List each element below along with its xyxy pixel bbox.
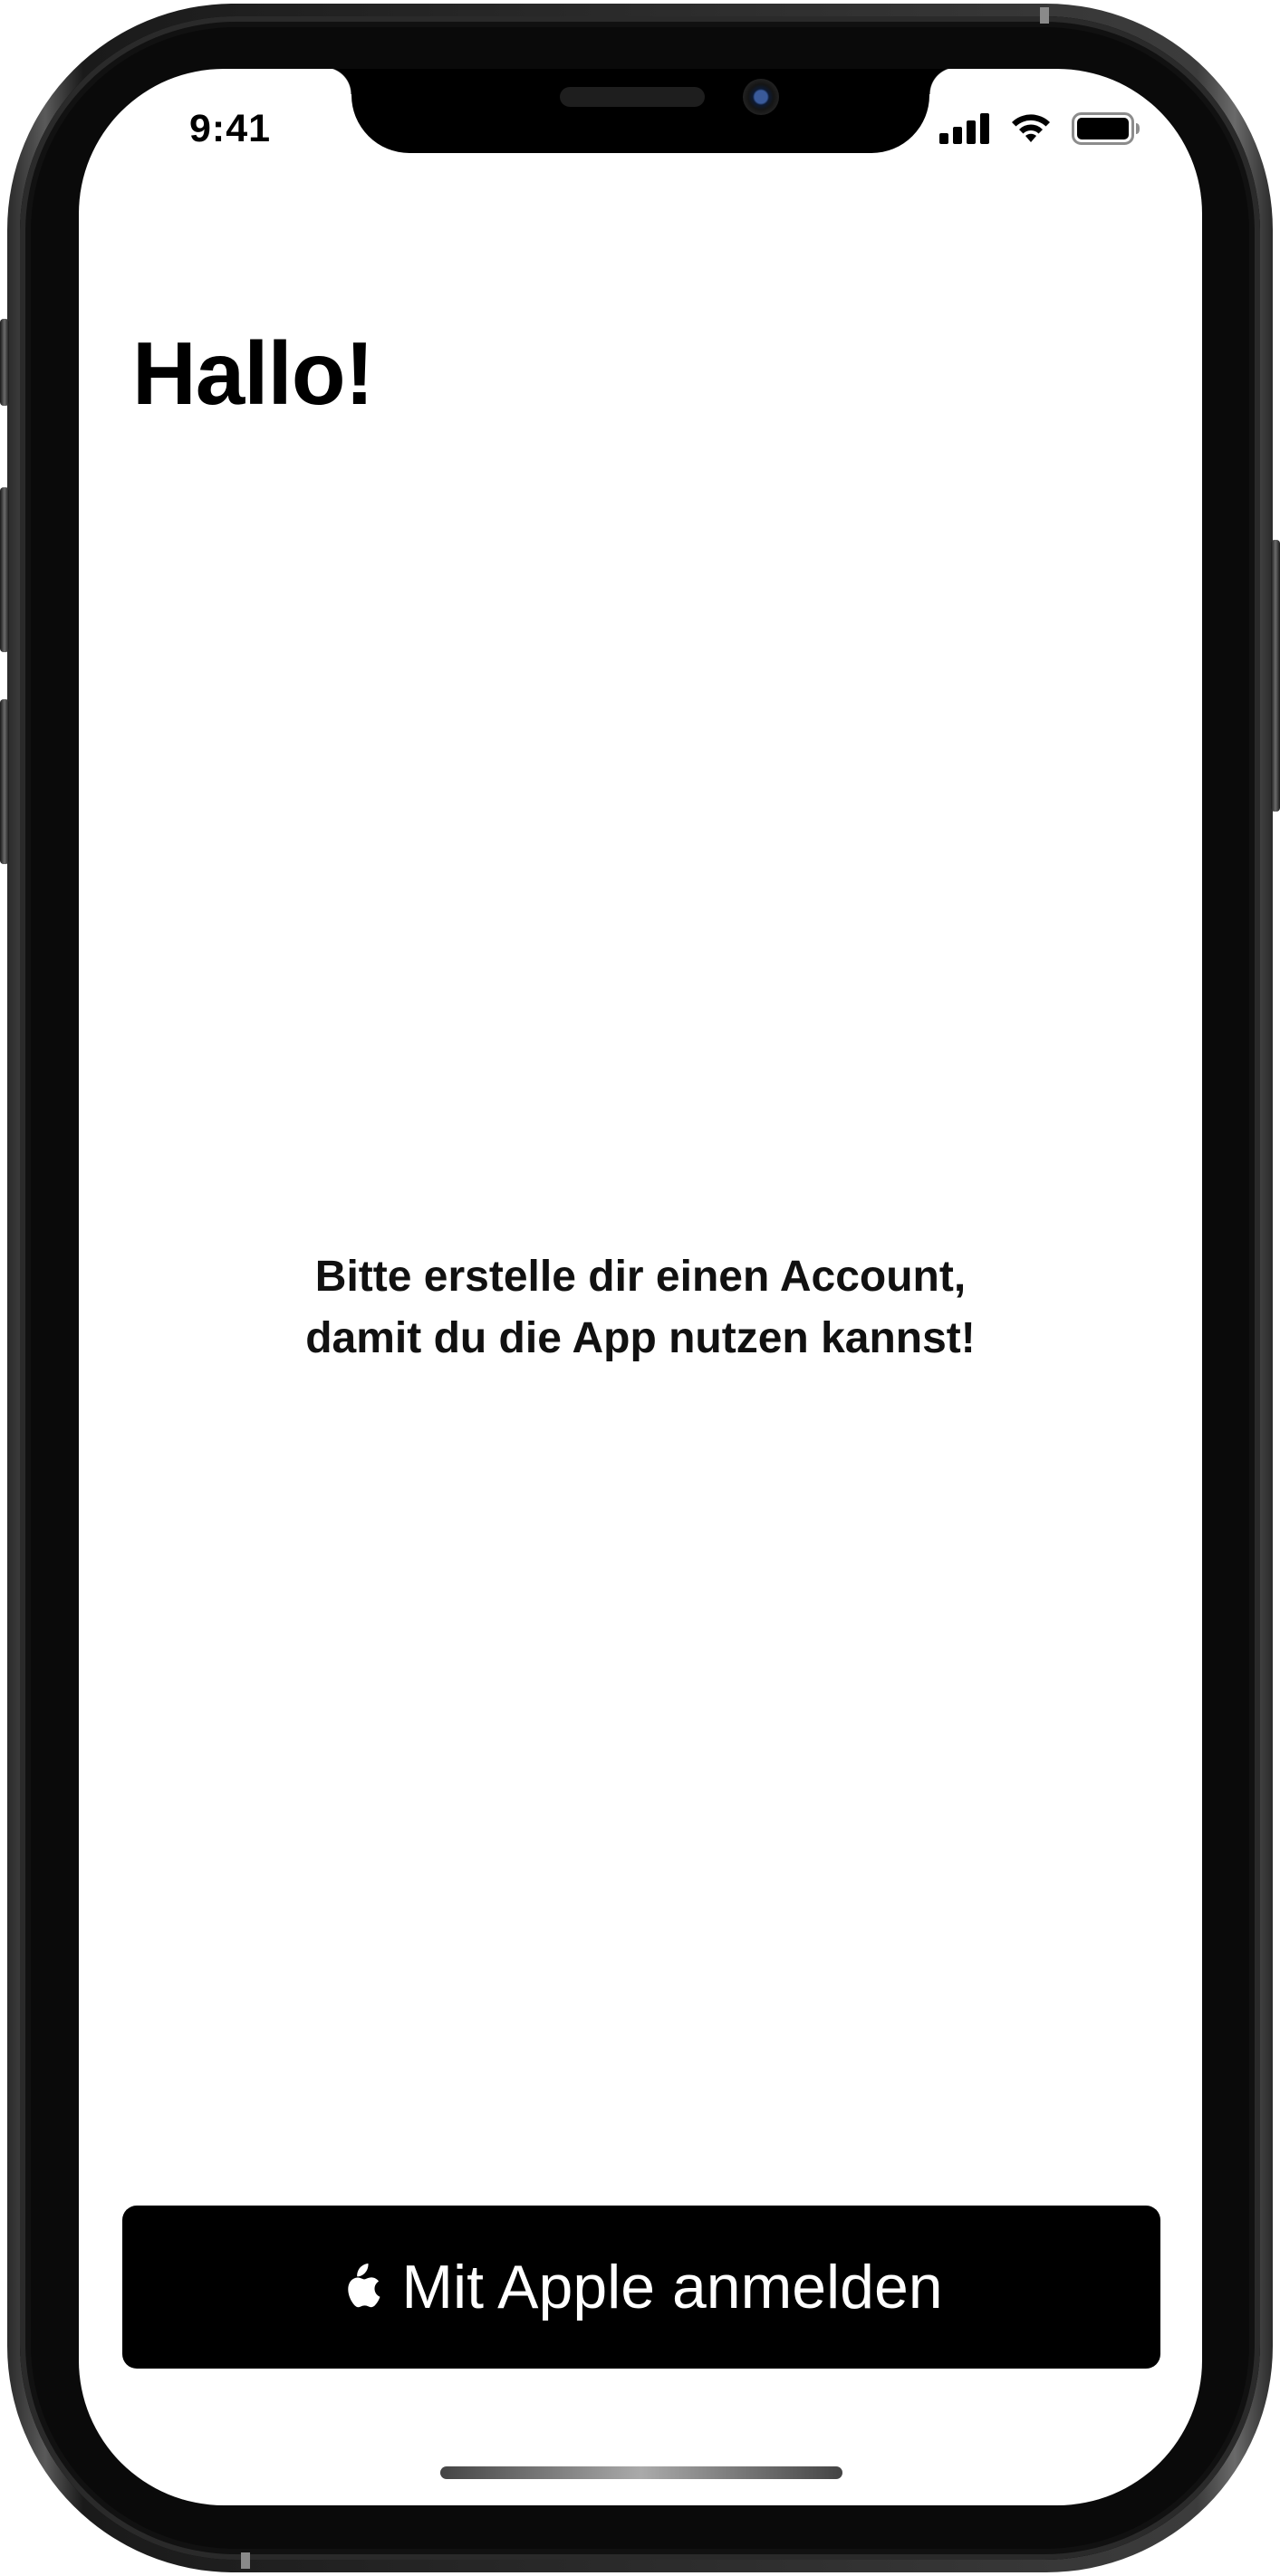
status-icons (939, 112, 1140, 145)
message-line: Bitte erstelle dir einen Account, (314, 1253, 967, 1301)
battery-icon (1072, 112, 1140, 145)
side-button (1271, 540, 1280, 812)
antenna-line (1040, 7, 1049, 24)
silent-switch (0, 319, 9, 406)
notch (324, 69, 957, 153)
sign-in-with-apple-button[interactable]: Mit Apple anmelden (122, 2206, 1160, 2369)
front-camera (743, 79, 779, 115)
status-time: 9:41 (189, 107, 272, 150)
wifi-icon (1012, 114, 1050, 142)
signal-icon (939, 113, 989, 144)
screen: 9:41 Hallo! Bitte erstelle dir einen Acc… (79, 69, 1202, 2505)
speaker-grille (560, 87, 705, 107)
page-title: Hallo! (132, 323, 374, 423)
home-indicator[interactable] (440, 2466, 842, 2479)
sign-in-button-label: Mit Apple anmelden (401, 2253, 943, 2321)
account-message: Bitte erstelle dir einen Account, damit … (79, 1246, 1202, 1370)
volume-up-button (0, 487, 9, 652)
antenna-line (241, 2552, 250, 2569)
message-line: damit du die App nutzen kannst! (305, 1314, 976, 1362)
apple-logo-icon (348, 2264, 380, 2308)
volume-down-button (0, 699, 9, 864)
